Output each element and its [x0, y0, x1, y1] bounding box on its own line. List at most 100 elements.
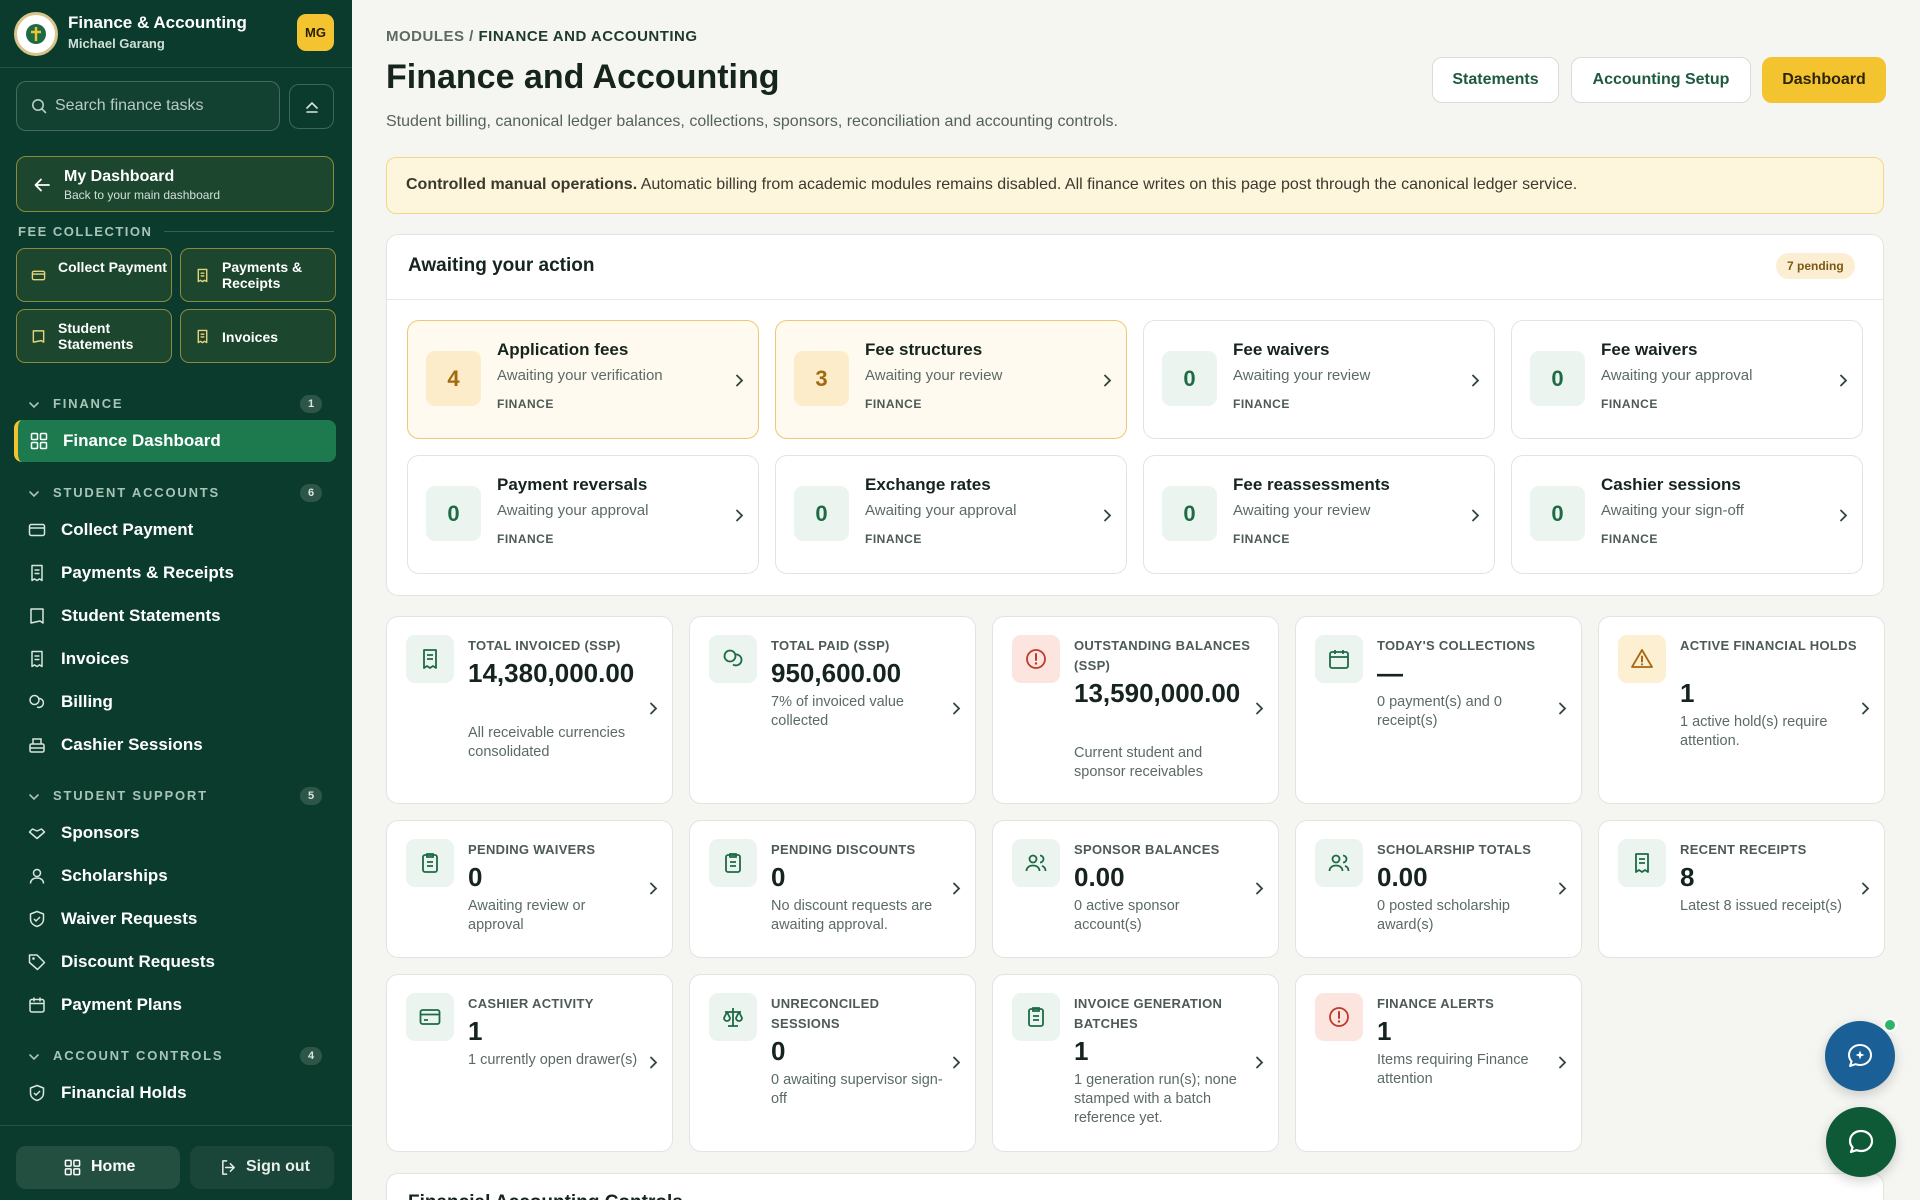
quick-student-statements[interactable]: Student Statements	[16, 309, 172, 363]
stat-card-recent-receipts[interactable]: RECENT RECEIPTS 8 Latest 8 issued receip…	[1598, 820, 1885, 958]
ai-chat-icon	[1848, 1044, 1872, 1067]
fee-collection-label: FEE COLLECTION	[18, 224, 153, 239]
nav-waiver-requests[interactable]: Waiver Requests	[14, 898, 336, 940]
scale-icon	[723, 1008, 743, 1027]
stat-card-active-holds[interactable]: ACTIVE FINANCIAL HOLDS 1 1 active hold(s…	[1598, 616, 1885, 804]
nav-payments-receipts[interactable]: Payments & Receipts	[14, 552, 336, 594]
stat-icon-box	[1315, 839, 1363, 887]
stat-icon-box	[709, 635, 757, 683]
sign-out-label: Sign out	[246, 1158, 310, 1175]
chevron-right-icon	[953, 882, 961, 895]
stat-label: PENDING WAIVERS	[468, 842, 596, 857]
chat-button[interactable]	[1826, 1107, 1896, 1177]
chevron-right-icon	[1840, 509, 1848, 522]
accounting-setup-button[interactable]: Accounting Setup	[1571, 57, 1751, 103]
stat-card-pending-discounts[interactable]: PENDING DISCOUNTS 0 No discount requests…	[689, 820, 976, 958]
nav-financial-holds[interactable]: Financial Holds	[14, 1072, 336, 1114]
stat-card-cashier-activity[interactable]: CASHIER ACTIVITY 1 1 currently open draw…	[386, 974, 673, 1152]
action-category: FINANCE	[1233, 532, 1290, 546]
user-icon	[29, 868, 45, 884]
breadcrumb-root[interactable]: MODULES	[386, 28, 465, 45]
stat-value: 0	[771, 1036, 786, 1066]
my-dashboard-link[interactable]: My Dashboard Back to your main dashboard	[16, 156, 334, 212]
chevron-right-icon	[1256, 882, 1264, 895]
action-title: Fee reassessments	[1233, 475, 1390, 494]
chevron-right-icon	[1559, 1056, 1567, 1069]
nav-scholarships[interactable]: Scholarships	[14, 855, 336, 897]
nav-label: Payment Plans	[61, 995, 182, 1014]
nav-label: Waiver Requests	[61, 909, 198, 928]
nav-cashier-sessions[interactable]: Cashier Sessions	[14, 724, 336, 766]
chevron-right-icon	[1559, 882, 1567, 895]
action-card[interactable]: 0 Fee waivers Awaiting your review FINAN…	[1143, 320, 1495, 439]
online-indicator	[1883, 1018, 1897, 1032]
chevron-right-icon	[1472, 509, 1480, 522]
statements-button[interactable]: Statements	[1432, 57, 1559, 103]
stat-card-total-paid[interactable]: TOTAL PAID (SSP) 950,600.00 7% of invoic…	[689, 616, 976, 804]
nav-payment-plans[interactable]: Payment Plans	[14, 984, 336, 1026]
quick-payments-receipts[interactable]: Payments & Receipts	[180, 248, 336, 302]
nav-student-statements[interactable]: Student Statements	[14, 595, 336, 637]
home-button[interactable]: Home	[16, 1146, 180, 1189]
section-label: FINANCE	[53, 396, 124, 411]
quick-invoices[interactable]: Invoices	[180, 309, 336, 363]
stat-label: UNRECONCILED SESSIONS	[771, 996, 880, 1031]
stat-card-unreconciled-sessions[interactable]: UNRECONCILED SESSIONS 0 0 awaiting super…	[689, 974, 976, 1152]
section-count: 4	[300, 1047, 322, 1065]
nav-billing[interactable]: Billing	[14, 681, 336, 723]
nav-label: Scholarships	[61, 866, 168, 885]
stat-icon-box	[1012, 993, 1060, 1041]
stat-card-scholarship-totals[interactable]: SCHOLARSHIP TOTALS 0.00 0 posted scholar…	[1295, 820, 1582, 958]
stat-description: Current student and sponsor receivables	[1074, 745, 1203, 780]
action-card[interactable]: 0 Exchange rates Awaiting your approval …	[775, 455, 1127, 574]
page-title: Finance and Accounting	[386, 58, 780, 96]
main-content: MODULES / FINANCE AND ACCOUNTING Finance…	[352, 0, 1920, 1200]
action-card[interactable]: 0 Payment reversals Awaiting your approv…	[407, 455, 759, 574]
action-card[interactable]: 0 Fee waivers Awaiting your approval FIN…	[1511, 320, 1863, 439]
avatar[interactable]: MG	[297, 14, 334, 51]
stat-card-todays-collections[interactable]: TODAY'S COLLECTIONS — 0 payment(s) and 0…	[1295, 616, 1582, 804]
stat-card-finance-alerts[interactable]: FINANCE ALERTS 1 Items requiring Finance…	[1295, 974, 1582, 1152]
action-card[interactable]: 3 Fee structures Awaiting your review FI…	[775, 320, 1127, 439]
handshake-icon	[28, 828, 46, 840]
nav-label: Collect Payment	[61, 520, 194, 539]
stat-label: SCHOLARSHIP TOTALS	[1377, 842, 1532, 857]
stat-description: 0 awaiting supervisor sign-off	[771, 1072, 943, 1107]
quick-action-label: Student Statements	[58, 320, 134, 352]
stat-card-total-invoiced[interactable]: TOTAL INVOICED (SSP) 14,380,000.00 All r…	[386, 616, 673, 804]
search-input[interactable]	[55, 94, 269, 118]
card-icon	[419, 1009, 441, 1025]
quick-collect-payment[interactable]: Collect Payment	[16, 248, 172, 302]
stat-card-pending-waivers[interactable]: PENDING WAIVERS 0 Awaiting review or app…	[386, 820, 673, 958]
nav-invoices[interactable]: Invoices	[14, 638, 336, 680]
action-card[interactable]: 0 Fee reassessments Awaiting your review…	[1143, 455, 1495, 574]
stat-card-outstanding-balances[interactable]: OUTSTANDING BALANCES (SSP) 13,590,000.00…	[992, 616, 1279, 804]
collapse-button[interactable]	[289, 84, 334, 129]
stat-label: SPONSOR BALANCES	[1074, 842, 1220, 857]
dashboard-button[interactable]: Dashboard	[1762, 57, 1886, 103]
coins-icon	[29, 694, 45, 709]
stat-description: 1 generation run(s); none stamped with a…	[1074, 1072, 1237, 1126]
action-card[interactable]: 0 Cashier sessions Awaiting your sign-of…	[1511, 455, 1863, 574]
nav-sponsors[interactable]: Sponsors	[14, 812, 336, 854]
sign-out-button[interactable]: Sign out	[190, 1146, 334, 1189]
stat-description: 0 active sponsor account(s)	[1074, 898, 1180, 933]
assistant-button[interactable]	[1825, 1021, 1895, 1091]
nav-finance-dashboard[interactable]: Finance Dashboard	[14, 420, 336, 462]
search-icon	[32, 99, 47, 114]
action-card[interactable]: 4 Application fees Awaiting your verific…	[407, 320, 759, 439]
logout-icon	[222, 1160, 235, 1175]
nav-collect-payment[interactable]: Collect Payment	[14, 509, 336, 551]
stat-card-sponsor-balances[interactable]: SPONSOR BALANCES 0.00 0 active sponsor a…	[992, 820, 1279, 958]
stat-description: 0 payment(s) and 0 receipt(s)	[1377, 694, 1502, 729]
shield-check-icon	[29, 1084, 45, 1102]
statement-icon	[32, 330, 45, 343]
nav-discount-requests[interactable]: Discount Requests	[14, 941, 336, 983]
stat-icon-box	[1315, 993, 1363, 1041]
stat-value: 1	[468, 1016, 483, 1046]
stat-icon-box	[1618, 635, 1666, 683]
stat-icon-box	[1012, 839, 1060, 887]
chevron-right-icon	[650, 1056, 658, 1069]
stat-card-invoice-batches[interactable]: INVOICE GENERATION BATCHES 1 1 generatio…	[992, 974, 1279, 1152]
stat-icon-box	[1618, 839, 1666, 887]
